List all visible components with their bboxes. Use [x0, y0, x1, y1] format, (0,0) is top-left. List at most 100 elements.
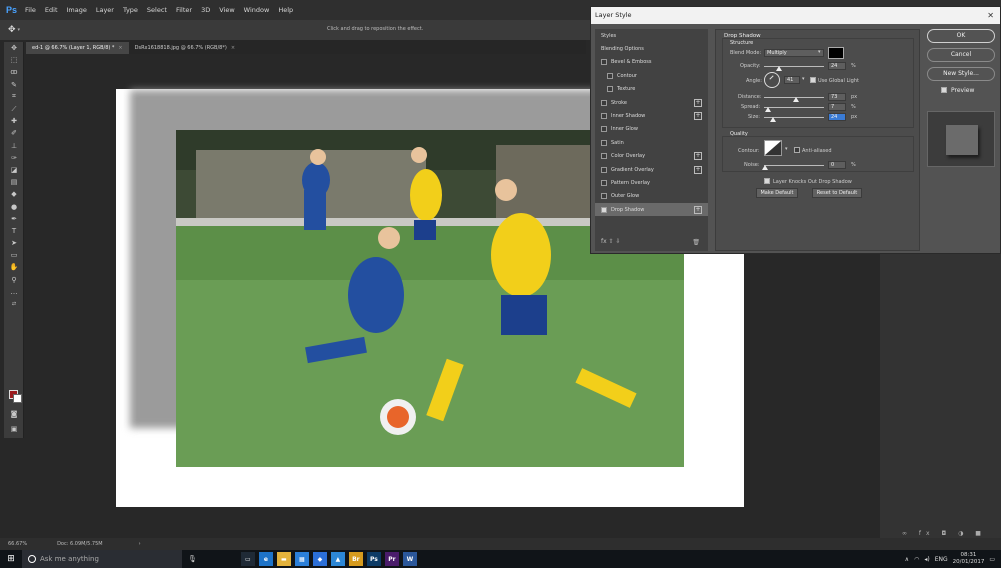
style-item-bevel-emboss[interactable]: Bevel & Emboss — [595, 56, 708, 69]
add-style-icon[interactable]: + — [694, 98, 702, 107]
style-item-blending-options[interactable]: Blending Options — [595, 42, 708, 55]
task-view-icon[interactable]: ▭ — [240, 552, 255, 566]
premiere-icon[interactable]: Pr — [384, 552, 399, 566]
chevron-down-icon[interactable]: ▾ — [18, 27, 21, 33]
style-checkbox[interactable] — [601, 99, 607, 106]
screen-mode-icon[interactable]: ▣ — [4, 423, 24, 435]
history-brush-icon[interactable]: ✑ — [4, 152, 24, 164]
menu-item-image[interactable]: Image — [67, 6, 87, 14]
clone-stamp-icon[interactable]: ⊥ — [4, 140, 24, 152]
network-icon[interactable]: ◠ — [914, 556, 919, 563]
trash-icon[interactable]: 🗑 — [692, 239, 700, 246]
shape-tool-icon[interactable]: ▭ — [4, 249, 24, 261]
photoshop-icon[interactable]: Ps — [366, 552, 381, 566]
status-arrow-icon[interactable]: › — [139, 541, 141, 547]
menu-item-type[interactable]: Type — [123, 6, 138, 14]
ok-button[interactable]: OK — [927, 29, 995, 43]
style-item-outer-glow[interactable]: Outer Glow — [595, 190, 708, 203]
menu-item-file[interactable]: File — [25, 6, 36, 14]
close-tab-icon[interactable]: × — [118, 42, 122, 54]
style-checkbox[interactable] — [601, 193, 607, 200]
style-checkbox[interactable] — [607, 72, 613, 79]
style-item-pattern-overlay[interactable]: Pattern Overlay — [595, 176, 708, 189]
noise-slider-thumb[interactable] — [762, 165, 768, 170]
knockout-checkbox[interactable] — [764, 178, 770, 184]
menu-item-select[interactable]: Select — [147, 6, 167, 14]
photos-icon[interactable]: ▲ — [330, 552, 345, 566]
file-explorer-icon[interactable]: ▬ — [276, 552, 291, 566]
menu-item-help[interactable]: Help — [278, 6, 293, 14]
style-checkbox[interactable] — [601, 153, 607, 160]
style-item-gradient-overlay[interactable]: Gradient Overlay + — [595, 163, 708, 176]
microphone-icon[interactable]: 🎙 — [188, 555, 197, 563]
opacity-slider-thumb[interactable] — [776, 66, 782, 71]
brush-tool-icon[interactable]: ✐ — [4, 127, 24, 139]
doc-size[interactable]: Doc: 6.09M/5.75M — [57, 541, 103, 547]
style-item-color-overlay[interactable]: Color Overlay + — [595, 150, 708, 163]
menu-item-3d[interactable]: 3D — [201, 6, 210, 14]
quick-select-tool-icon[interactable]: ✎ — [4, 79, 24, 91]
add-style-icon[interactable]: + — [694, 112, 702, 121]
distance-slider-thumb[interactable] — [793, 97, 799, 102]
taskbar-clock[interactable]: 08:31 20/01/2017 — [953, 552, 985, 566]
style-checkbox[interactable] — [601, 139, 607, 146]
style-checkbox[interactable] — [601, 113, 607, 120]
background-color-swatch[interactable] — [13, 394, 22, 403]
volume-icon[interactable]: ◂) — [924, 556, 929, 563]
hand-tool-icon[interactable]: ✋ — [4, 261, 24, 273]
cancel-button[interactable]: Cancel — [927, 48, 995, 62]
style-checkbox[interactable] — [601, 126, 607, 133]
menu-item-edit[interactable]: Edit — [45, 6, 58, 14]
make-default-button[interactable]: Make Default — [756, 188, 798, 198]
style-item-stroke[interactable]: Stroke + — [595, 96, 708, 109]
close-icon[interactable]: ✕ — [987, 7, 994, 24]
style-item-inner-shadow[interactable]: Inner Shadow + — [595, 109, 708, 122]
move-tool-icon[interactable]: ✥ — [8, 25, 16, 35]
dodge-tool-icon[interactable]: ● — [4, 200, 24, 212]
style-checkbox[interactable] — [601, 59, 607, 66]
move-tool-icon[interactable]: ✥ — [4, 42, 24, 54]
size-slider-thumb[interactable] — [770, 117, 776, 122]
style-checkbox[interactable] — [607, 86, 613, 93]
zoom-tool-icon[interactable]: ⚲ — [4, 274, 24, 286]
style-item-styles[interactable]: Styles — [595, 29, 708, 42]
preview-checkbox[interactable] — [941, 87, 947, 93]
crop-tool-icon[interactable]: ⌗ — [4, 91, 24, 103]
style-checkbox[interactable] — [601, 166, 607, 173]
eraser-tool-icon[interactable]: ◪ — [4, 164, 24, 176]
contour-picker[interactable] — [764, 140, 782, 156]
path-select-icon[interactable]: ➤ — [4, 237, 24, 249]
action-center-icon[interactable]: ▭ — [989, 556, 995, 563]
spread-slider[interactable] — [764, 107, 824, 108]
add-style-icon[interactable]: + — [694, 152, 702, 161]
style-checkbox[interactable] — [601, 206, 607, 213]
noise-value[interactable]: 0 — [828, 161, 846, 169]
add-style-icon[interactable]: + — [694, 205, 702, 214]
menu-item-view[interactable]: View — [219, 6, 234, 14]
windows-start-icon[interactable]: ⊞ — [0, 550, 22, 568]
store-icon[interactable]: ▦ — [294, 552, 309, 566]
type-tool-icon[interactable]: T — [4, 225, 24, 237]
marquee-tool-icon[interactable]: ⬚ — [4, 54, 24, 66]
healing-brush-icon[interactable]: ✚ — [4, 115, 24, 127]
spread-value[interactable]: 7 — [828, 103, 846, 111]
security-icon[interactable]: ◆ — [312, 552, 327, 566]
close-tab-icon[interactable]: × — [231, 42, 235, 54]
word-icon[interactable]: W — [402, 552, 417, 566]
style-item-drop-shadow[interactable]: Drop Shadow + — [595, 203, 708, 217]
menu-item-filter[interactable]: Filter — [176, 6, 192, 14]
blur-tool-icon[interactable]: ◆ — [4, 188, 24, 200]
style-item-contour[interactable]: Contour — [595, 69, 708, 82]
quick-mask-icon[interactable]: ◙ — [4, 408, 24, 420]
style-item-texture[interactable]: Texture — [595, 83, 708, 96]
lasso-tool-icon[interactable]: ꝏ — [4, 66, 24, 78]
new-style-button[interactable]: New Style... — [927, 67, 995, 81]
swap-colors-icon[interactable]: ⇄ — [4, 298, 24, 310]
add-style-icon[interactable]: + — [694, 165, 702, 174]
language-icon[interactable]: ENG — [935, 556, 948, 563]
style-item-inner-glow[interactable]: Inner Glow — [595, 123, 708, 136]
size-value[interactable]: 24 — [828, 113, 846, 121]
spread-slider-thumb[interactable] — [765, 107, 771, 112]
tray-chevron-icon[interactable]: ∧ — [905, 556, 909, 563]
layers-panel[interactable]: ∞ fx ◘ ◑ ■ ▢ ✕ — [880, 230, 1001, 550]
